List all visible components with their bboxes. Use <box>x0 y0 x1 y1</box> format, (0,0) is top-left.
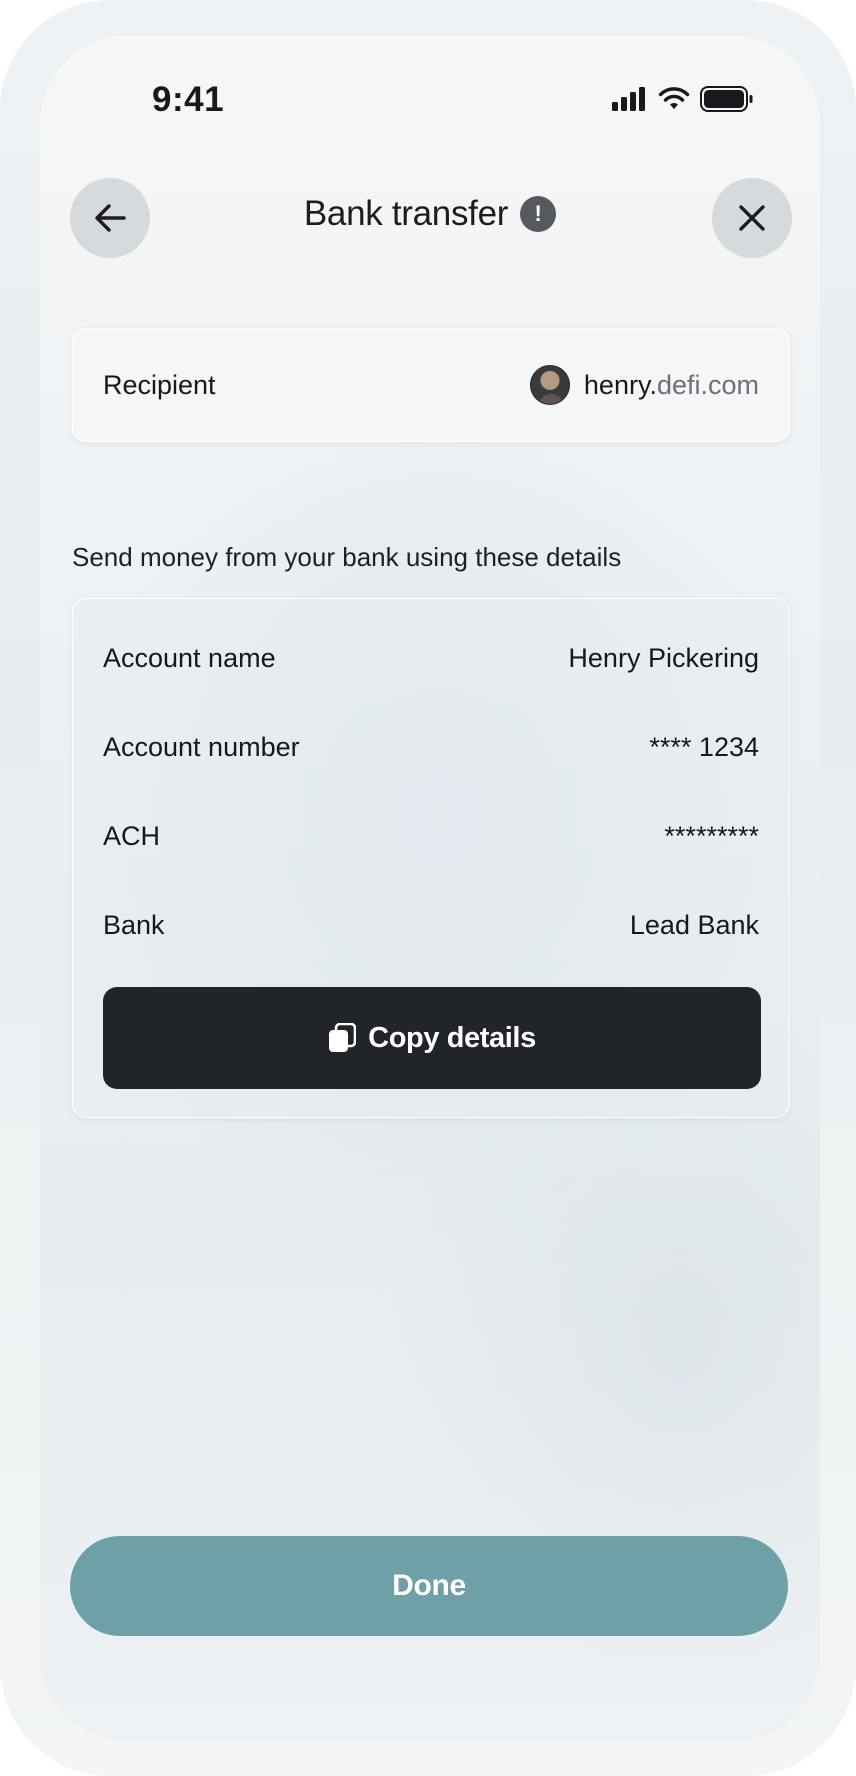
page-title: Bank transfer <box>303 194 509 233</box>
detail-value: Henry Pickering <box>568 643 759 673</box>
status-time: 9:41 <box>152 80 225 119</box>
recipient-value: henry.defi.com <box>529 365 759 405</box>
detail-row-bank: Bank Lead Bank <box>103 910 759 941</box>
detail-label: Bank <box>103 910 165 940</box>
battery-icon <box>700 86 753 112</box>
detail-row-ach: ACH ********* <box>103 821 759 852</box>
copy-details-label: Copy details <box>368 1021 536 1054</box>
handle-domain: defi.com <box>656 369 759 400</box>
copy-icon <box>329 1023 357 1052</box>
instruction-text: Send money from your bank using these de… <box>72 542 622 572</box>
detail-row-account-name: Account name Henry Pickering <box>103 643 759 674</box>
copy-details-button[interactable]: Copy details <box>103 987 761 1089</box>
handle-user: henry. <box>583 369 657 400</box>
info-icon[interactable]: ! <box>520 196 557 232</box>
header: Bank transfer ! <box>40 194 820 234</box>
avatar <box>529 365 570 405</box>
detail-label: Account number <box>103 732 300 762</box>
detail-label: ACH <box>103 821 161 851</box>
recipient-handle: henry.defi.com <box>584 370 759 401</box>
status-icons <box>612 86 754 112</box>
recipient-label: Recipient <box>103 369 216 400</box>
bank-details-card: Account name Henry Pickering Account num… <box>72 598 790 1118</box>
done-button[interactable]: Done <box>70 1536 788 1636</box>
app-screen: 9:41 Bank transfer ! Recipient henry.def… <box>40 36 820 1740</box>
detail-label: Account name <box>103 643 276 673</box>
detail-value: Lead Bank <box>629 910 759 940</box>
detail-row-account-number: Account number **** 1234 <box>103 732 759 763</box>
device-frame: 9:41 Bank transfer ! Recipient henry.def… <box>0 0 856 1776</box>
close-button[interactable] <box>712 178 792 258</box>
detail-value: **** 1234 <box>649 732 759 762</box>
wifi-icon <box>658 87 690 109</box>
close-icon <box>739 205 765 231</box>
done-label: Done <box>392 1569 466 1602</box>
recipient-card: Recipient henry.defi.com <box>72 328 790 442</box>
detail-value: ********* <box>664 821 759 851</box>
signal-icon <box>612 87 645 111</box>
